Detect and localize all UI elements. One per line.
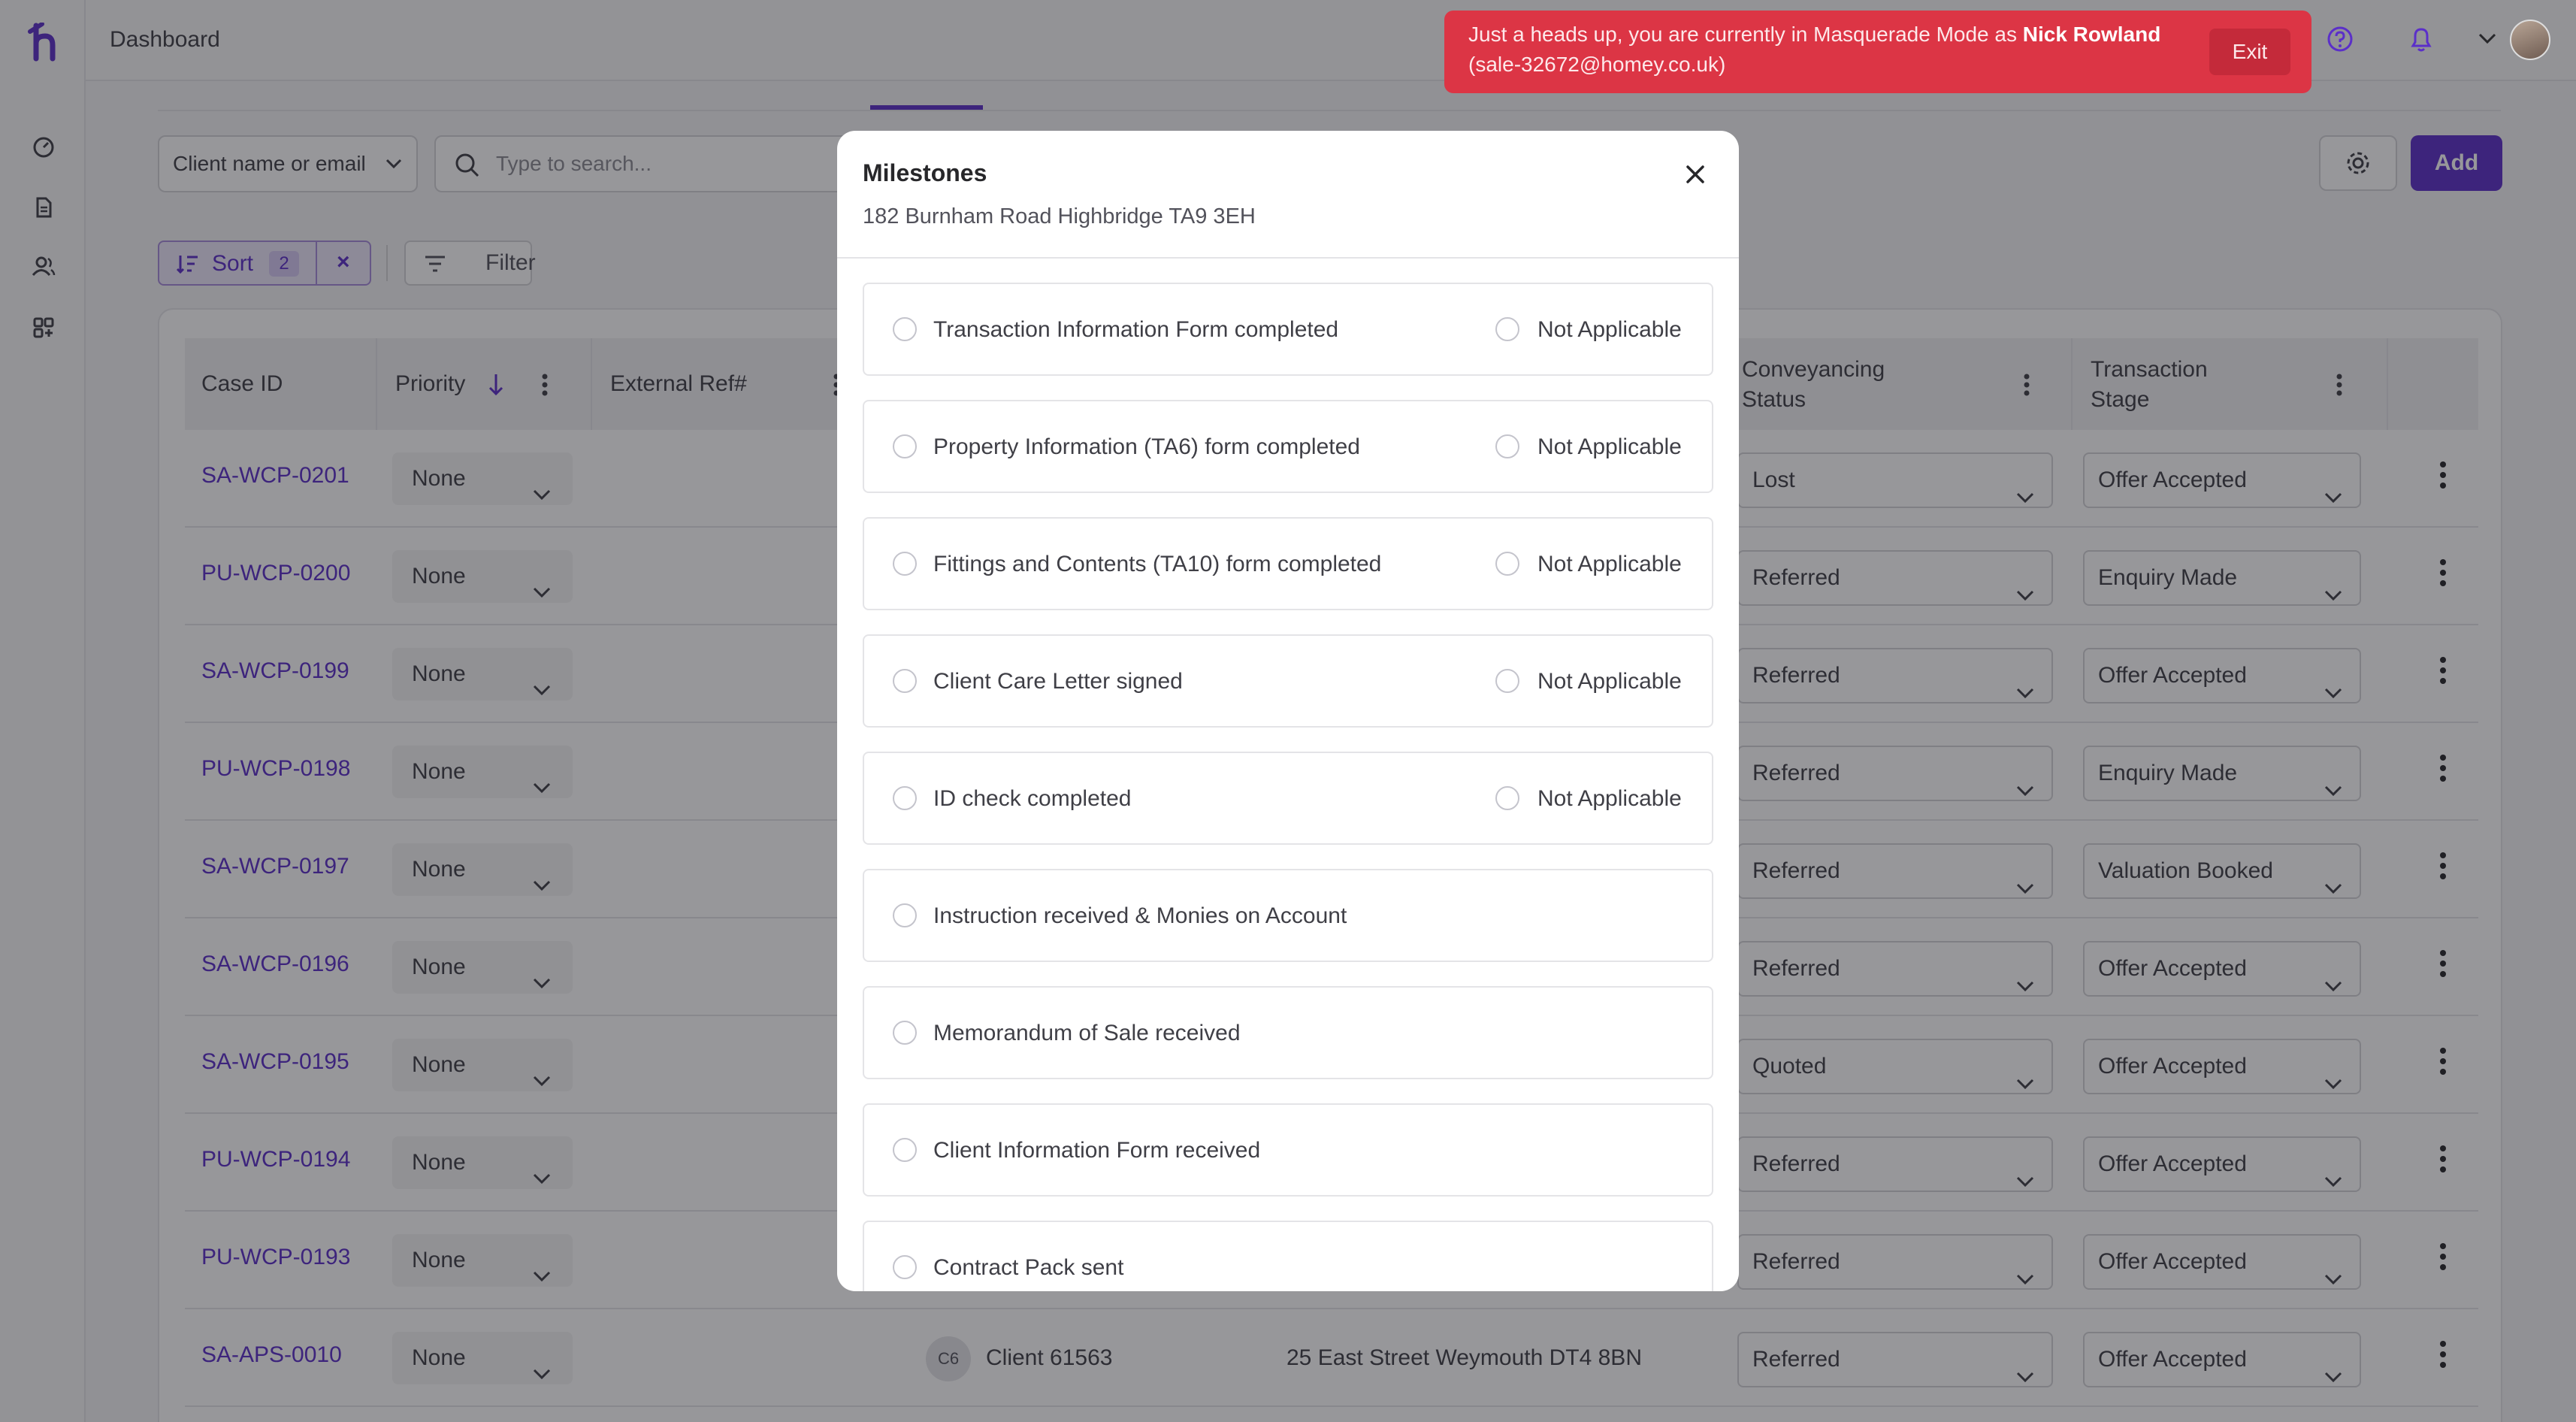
milestone-label: Client Care Letter signed <box>933 669 1183 694</box>
masquerade-text: Just a heads up, you are currently in Ma… <box>1468 23 2023 46</box>
not-applicable-radio[interactable] <box>1495 552 1519 576</box>
milestone-label: Instruction received & Monies on Account <box>933 903 1347 928</box>
modal-address: 182 Burnham Road Highbridge TA9 3EH <box>863 204 1256 228</box>
not-applicable-radio[interactable] <box>1495 669 1519 693</box>
not-applicable-label: Not Applicable <box>1537 317 1682 342</box>
milestone-label: Memorandum of Sale received <box>933 1021 1241 1045</box>
not-applicable-label: Not Applicable <box>1537 434 1682 459</box>
milestone-label: ID check completed <box>933 786 1132 811</box>
milestone-label: Contract Pack sent <box>933 1255 1124 1280</box>
milestone-item: Fittings and Contents (TA10) form comple… <box>863 517 1713 610</box>
not-applicable-label: Not Applicable <box>1537 552 1682 576</box>
masquerade-user-name: Nick Rowland <box>2022 23 2161 46</box>
milestone-radio[interactable] <box>893 552 917 576</box>
milestone-item: Client Care Letter signed Not Applicable <box>863 634 1713 728</box>
milestone-radio[interactable] <box>893 317 917 341</box>
modal-title: Milestones <box>863 159 987 186</box>
masquerade-banner: Just a heads up, you are currently in Ma… <box>1444 11 2311 93</box>
milestone-item: Transaction Information Form completed No… <box>863 283 1713 376</box>
milestone-radio[interactable] <box>893 903 917 927</box>
not-applicable-radio[interactable] <box>1495 786 1519 810</box>
not-applicable-radio[interactable] <box>1495 317 1519 341</box>
milestone-radio[interactable] <box>893 1138 917 1162</box>
modal-divider <box>837 257 1739 259</box>
masquerade-email: (sale-32672@homey.co.uk) <box>1468 53 1726 76</box>
help-icon[interactable] <box>2322 21 2358 57</box>
milestone-label: Fittings and Contents (TA10) form comple… <box>933 552 1382 576</box>
milestone-radio[interactable] <box>893 434 917 458</box>
milestone-label: Property Information (TA6) form complete… <box>933 434 1360 459</box>
not-applicable-label: Not Applicable <box>1537 669 1682 694</box>
close-icon[interactable] <box>1680 159 1710 189</box>
milestone-item: Client Information Form received <box>863 1103 1713 1197</box>
milestone-label: Client Information Form received <box>933 1138 1261 1163</box>
milestone-item: Property Information (TA6) form complete… <box>863 400 1713 493</box>
milestone-radio[interactable] <box>893 1021 917 1045</box>
exit-masquerade-button[interactable]: Exit <box>2209 29 2290 75</box>
milestone-label: Transaction Information Form completed <box>933 317 1339 342</box>
masquerade-message: Just a heads up, you are currently in Ma… <box>1468 20 2287 50</box>
milestone-item: ID check completed Not Applicable <box>863 752 1713 845</box>
milestone-radio[interactable] <box>893 1255 917 1279</box>
milestone-item: Memorandum of Sale received <box>863 986 1713 1079</box>
avatar[interactable] <box>2510 20 2550 60</box>
milestones-modal: Milestones 182 Burnham Road Highbridge T… <box>837 131 1739 1291</box>
milestone-item: Contract Pack sent <box>863 1221 1713 1291</box>
milestone-item: Instruction received & Monies on Account <box>863 869 1713 962</box>
milestone-radio[interactable] <box>893 669 917 693</box>
bell-icon[interactable] <box>2403 21 2439 57</box>
not-applicable-radio[interactable] <box>1495 434 1519 458</box>
account-menu-chevron-icon[interactable] <box>2469 21 2505 57</box>
not-applicable-label: Not Applicable <box>1537 786 1682 811</box>
milestone-radio[interactable] <box>893 786 917 810</box>
